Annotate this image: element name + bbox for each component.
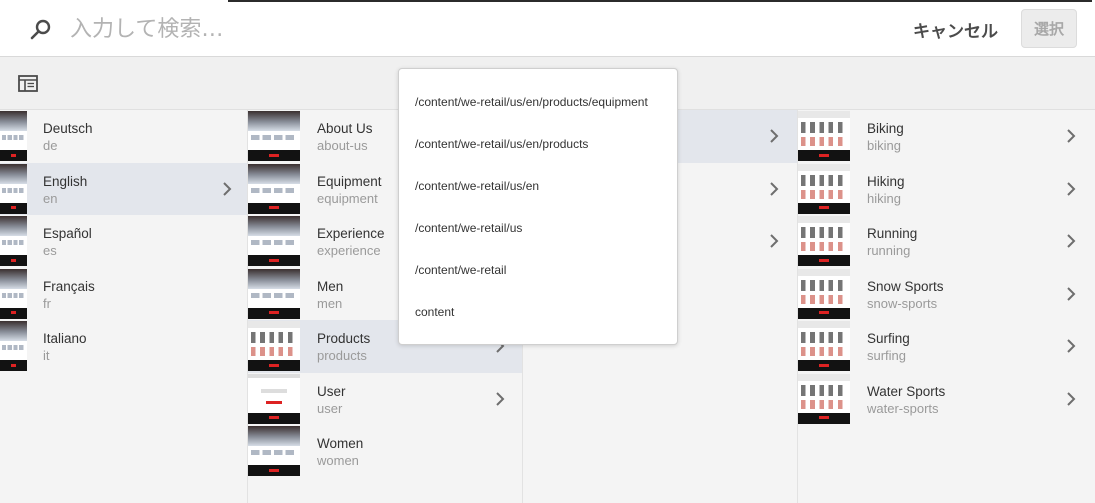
- item-name: biking: [867, 138, 901, 153]
- column-item-user[interactable]: User user: [248, 373, 522, 426]
- item-title: Hiking: [867, 173, 905, 189]
- chevron-right-icon[interactable]: [1066, 233, 1076, 249]
- item-name: user: [317, 400, 343, 416]
- item-name: hiking: [867, 190, 901, 206]
- chevron-right-icon[interactable]: [769, 233, 779, 249]
- page-thumbnail: [798, 111, 850, 161]
- chevron-right-icon[interactable]: [1066, 181, 1076, 197]
- column-equipment: Biking biking Hiking hiking Running running…: [798, 110, 1095, 503]
- search-header: キャンセル 選択: [0, 0, 1095, 57]
- page-thumbnail: [248, 426, 300, 476]
- item-name: it: [43, 348, 50, 363]
- chevron-right-icon[interactable]: [1066, 286, 1076, 302]
- page-thumbnail: [0, 268, 27, 319]
- column-languages: Deutsch de English en Español es Français fr…: [0, 110, 248, 503]
- item-name: water-sports: [867, 400, 939, 416]
- item-title: Snow Sports: [867, 278, 944, 294]
- page-thumbnail: [798, 216, 850, 266]
- item-name: fr: [43, 295, 51, 311]
- page-thumbnail: [0, 216, 27, 266]
- cancel-button[interactable]: キャンセル: [905, 12, 1006, 46]
- column-item-italiano[interactable]: Italiano it: [0, 320, 247, 373]
- path-item[interactable]: /content/we-retail/us/en: [415, 179, 539, 199]
- item-title: Français: [43, 278, 95, 294]
- item-title: Equipment: [317, 173, 382, 189]
- item-title: Products: [317, 331, 371, 346]
- column-item-women[interactable]: Women women: [248, 425, 522, 478]
- path-item[interactable]: /content/we-retail/us: [415, 221, 522, 241]
- item-name: es: [43, 243, 57, 258]
- page-thumbnail: [798, 321, 850, 371]
- page-thumbnail: [248, 111, 300, 161]
- page-thumbnail: [0, 111, 27, 161]
- item-name: running: [867, 243, 911, 258]
- select-button[interactable]: 選択: [1021, 9, 1077, 48]
- column-item-biking[interactable]: Biking biking: [798, 110, 1095, 163]
- chevron-right-icon[interactable]: [1066, 128, 1076, 144]
- column-item-english[interactable]: English en: [0, 162, 247, 215]
- path-item[interactable]: /content/we-retail/us/en/products: [415, 137, 588, 157]
- search-icon[interactable]: [29, 17, 53, 41]
- item-name: products: [317, 348, 367, 363]
- page-thumbnail: [798, 163, 850, 214]
- top-edge-strip: [228, 0, 1092, 2]
- path-popover: /content/we-retail/us/en/products/equipm…: [398, 68, 678, 345]
- chevron-right-icon[interactable]: [769, 181, 779, 197]
- item-title: Biking: [867, 121, 904, 136]
- chevron-right-icon[interactable]: [222, 181, 232, 197]
- item-title: English: [43, 173, 88, 189]
- item-name: surfing: [867, 348, 907, 363]
- rail-toggle-icon[interactable]: [18, 75, 38, 92]
- item-title: Español: [43, 226, 92, 241]
- page-thumbnail: [798, 373, 850, 424]
- path-item[interactable]: /content/we-retail/us/en/products/equipm…: [415, 95, 648, 115]
- item-name: women: [317, 453, 359, 468]
- item-title: Men: [317, 278, 344, 294]
- item-title: User: [317, 383, 346, 399]
- item-name: experience: [317, 243, 381, 258]
- page-thumbnail: [248, 216, 300, 266]
- item-name: men: [317, 295, 343, 311]
- item-name: about-us: [317, 138, 368, 153]
- item-title: Women: [317, 436, 364, 451]
- item-title: Surfing: [867, 331, 910, 346]
- page-thumbnail: [248, 163, 300, 214]
- page-thumbnail: [248, 268, 300, 319]
- column-item-francais[interactable]: Français fr: [0, 268, 247, 321]
- column-item-water-sports[interactable]: Water Sports water-sports: [798, 373, 1095, 426]
- column-item-surfing[interactable]: Surfing surfing: [798, 320, 1095, 373]
- item-title: Deutsch: [43, 121, 93, 136]
- page-thumbnail: [248, 321, 300, 371]
- item-name: en: [43, 190, 58, 206]
- chevron-right-icon[interactable]: [1066, 338, 1076, 354]
- chevron-right-icon[interactable]: [769, 128, 779, 144]
- item-title: Running: [867, 226, 918, 241]
- item-name: equipment: [317, 190, 378, 206]
- page-thumbnail: [0, 321, 27, 371]
- search-input[interactable]: [70, 12, 670, 46]
- page-thumbnail: [0, 163, 27, 214]
- column-item-running[interactable]: Running running: [798, 215, 1095, 268]
- page-thumbnail: [798, 268, 850, 319]
- item-title: Experience: [317, 226, 385, 241]
- path-item[interactable]: content: [415, 305, 454, 325]
- item-title: About Us: [317, 121, 373, 136]
- column-item-hiking[interactable]: Hiking hiking: [798, 163, 1095, 216]
- item-title: Italiano: [43, 331, 87, 346]
- chevron-right-icon[interactable]: [1066, 391, 1076, 407]
- item-title: Water Sports: [867, 383, 946, 399]
- path-item[interactable]: /content/we-retail: [415, 263, 506, 283]
- page-thumbnail: [248, 373, 300, 424]
- column-item-deutsch[interactable]: Deutsch de: [0, 110, 247, 163]
- item-name: de: [43, 138, 58, 153]
- column-item-espanol[interactable]: Español es: [0, 215, 247, 268]
- item-name: snow-sports: [867, 295, 938, 311]
- column-item-snow-sports[interactable]: Snow Sports snow-sports: [798, 268, 1095, 321]
- chevron-right-icon[interactable]: [495, 391, 505, 407]
